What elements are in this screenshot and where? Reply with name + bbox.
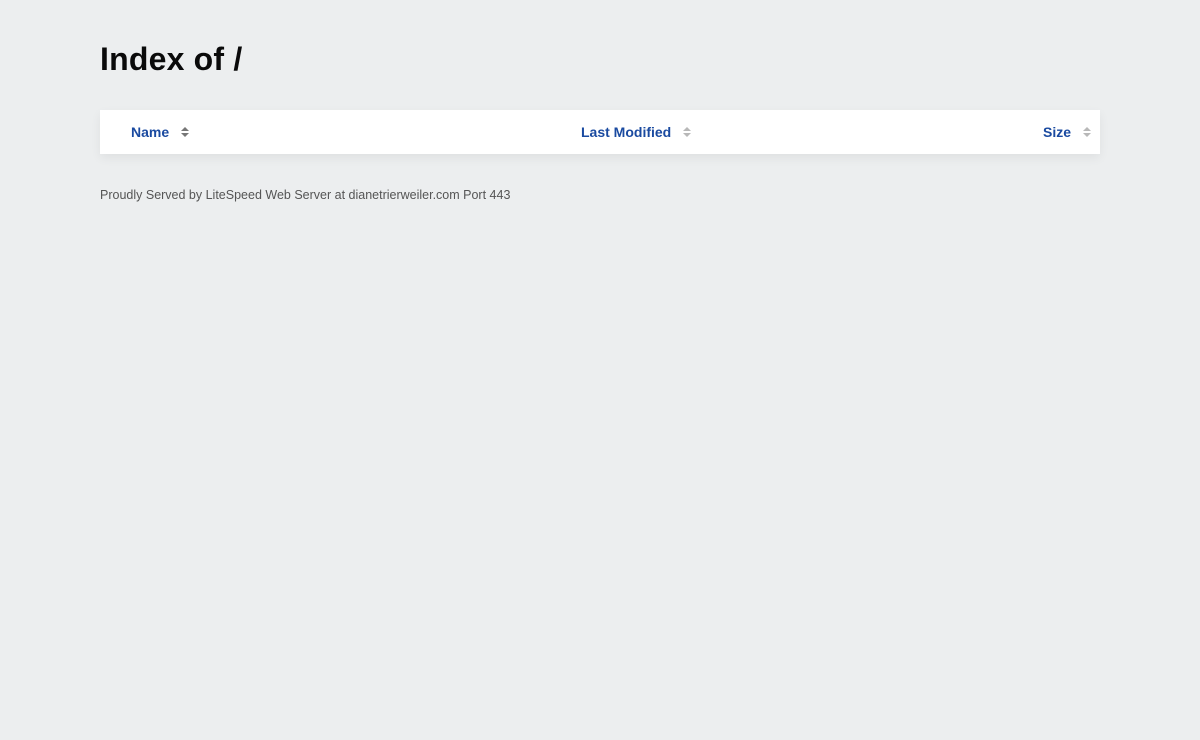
sort-icon[interactable]: [1083, 127, 1092, 137]
column-header-name[interactable]: Name: [131, 110, 190, 154]
server-signature: Proudly Served by LiteSpeed Web Server a…: [100, 188, 511, 202]
column-header-last-modified[interactable]: Last Modified: [581, 110, 692, 154]
column-header-label[interactable]: Size: [1043, 110, 1071, 154]
page-title: Index of /: [100, 41, 243, 77]
file-listing-table: Name Last Modified Size: [100, 110, 1100, 154]
column-header-label[interactable]: Last Modified: [581, 110, 671, 154]
column-header-size[interactable]: Size: [1043, 110, 1092, 154]
column-header-label[interactable]: Name: [131, 110, 169, 154]
sort-icon[interactable]: [683, 127, 692, 137]
sort-icon[interactable]: [181, 127, 190, 137]
